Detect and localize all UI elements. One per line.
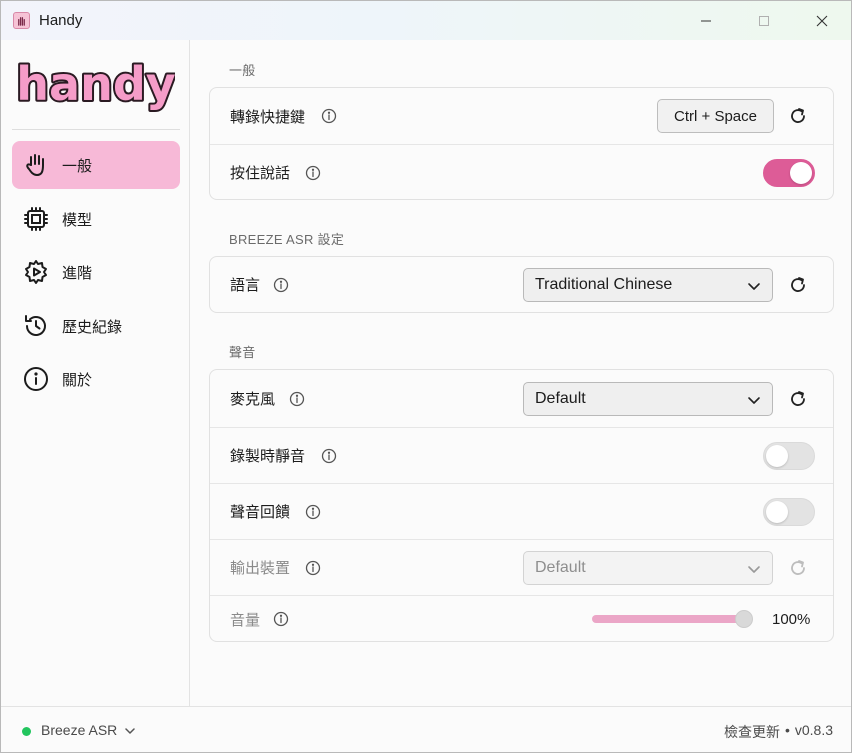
output-device-select[interactable]: Default	[523, 550, 773, 585]
section-title-sound: 聲音	[229, 345, 256, 360]
hand-icon	[13, 12, 30, 29]
info-icon[interactable]	[305, 504, 321, 520]
chip-icon	[22, 205, 50, 233]
sidebar-item-label: 模型	[62, 211, 93, 229]
sidebar-item-label: 進階	[62, 264, 93, 282]
chevron-down-icon	[748, 565, 760, 573]
mute-while-recording-label: 錄製時靜音	[230, 448, 306, 465]
sidebar-item-about[interactable]: 關於	[12, 355, 180, 403]
shortcut-label: 轉錄快捷鍵	[230, 108, 306, 126]
svg-text:handy: handy	[17, 57, 175, 111]
check-updates-link[interactable]: 檢查更新	[724, 722, 780, 742]
sidebar-item-label: 關於	[62, 371, 93, 389]
output-device-value: Default	[535, 558, 586, 576]
asr-card: 語言 Traditional Chinese	[209, 256, 834, 313]
title-bar[interactable]: Handy	[1, 1, 851, 40]
general-card: 轉錄快捷鍵 Ctrl + Space 按住說話	[209, 87, 834, 200]
mute-while-recording-row: 錄製時靜音	[210, 427, 833, 483]
close-button[interactable]	[799, 1, 845, 40]
audio-feedback-label: 聲音回饋	[230, 504, 291, 521]
toggle-knob	[766, 444, 788, 467]
info-icon[interactable]	[273, 277, 289, 293]
reset-icon[interactable]	[787, 557, 809, 579]
gear-play-icon	[22, 258, 50, 286]
output-device-label: 輸出裝置	[230, 560, 291, 577]
chevron-down-icon[interactable]	[123, 724, 137, 738]
maximize-icon	[759, 15, 769, 26]
microphone-value: Default	[535, 389, 586, 407]
output-device-row: 輸出裝置 Default	[210, 539, 833, 595]
info-icon[interactable]	[273, 611, 289, 627]
chevron-down-icon	[748, 396, 760, 404]
push-to-talk-toggle[interactable]	[763, 158, 815, 187]
window-title: Handy	[39, 12, 83, 29]
sidebar-item-models[interactable]: 模型	[12, 195, 180, 243]
sidebar: handy 一般 模型 進階 歷史紀錄 關於	[1, 40, 190, 706]
sidebar-item-history[interactable]: 歷史紀錄	[12, 302, 180, 350]
sidebar-item-label: 一般	[62, 157, 93, 175]
volume-row: 音量 100%	[210, 595, 833, 642]
volume-slider-thumb[interactable]	[735, 610, 753, 628]
handy-logo: handy	[17, 55, 175, 113]
volume-slider-track[interactable]	[592, 615, 745, 623]
info-icon[interactable]	[305, 560, 321, 576]
reset-icon[interactable]	[787, 274, 809, 296]
push-to-talk-row: 按住說話	[210, 144, 833, 200]
shortcut-button[interactable]: Ctrl + Space	[657, 99, 774, 133]
chevron-down-icon	[748, 282, 760, 290]
microphone-label: 麥克風	[230, 391, 276, 408]
info-icon[interactable]	[289, 391, 305, 407]
language-value: Traditional Chinese	[535, 275, 673, 293]
shortcut-row: 轉錄快捷鍵 Ctrl + Space	[210, 88, 833, 144]
hand-icon	[22, 151, 50, 179]
sound-card: 麥克風 Default 錄製時靜音 聲音回饋 輸出裝置 Default 音量 1…	[209, 369, 834, 642]
section-title-general: 一般	[229, 63, 256, 78]
mute-while-recording-toggle[interactable]	[763, 441, 815, 470]
info-icon	[22, 365, 50, 393]
section-title-asr: BREEZE ASR 設定	[229, 232, 345, 247]
language-row: 語言 Traditional Chinese	[210, 257, 833, 312]
info-icon[interactable]	[305, 165, 321, 181]
info-icon[interactable]	[321, 448, 337, 464]
sidebar-item-label: 歷史紀錄	[62, 318, 123, 336]
minimize-icon	[701, 20, 711, 21]
close-icon	[816, 15, 828, 26]
model-selector[interactable]: Breeze ASR	[41, 722, 117, 738]
sidebar-item-advanced[interactable]: 進階	[12, 248, 180, 296]
footer-right: 檢查更新 • v0.8.3	[724, 722, 833, 742]
microphone-select[interactable]: Default	[523, 381, 773, 416]
toggle-knob	[790, 161, 812, 184]
reset-icon[interactable]	[787, 105, 809, 127]
minimize-button[interactable]	[683, 1, 729, 40]
status-dot	[22, 727, 31, 736]
app-window: Handy handy 一般 模型 進階 歷史紀錄 關於 一般 轉錄快捷鍵 Ct…	[0, 0, 852, 753]
audio-feedback-toggle[interactable]	[763, 497, 815, 526]
info-icon[interactable]	[321, 108, 337, 124]
audio-feedback-row: 聲音回饋	[210, 483, 833, 539]
version-label: v0.8.3	[794, 722, 833, 738]
toggle-knob	[766, 500, 788, 523]
settings-main: 一般 轉錄快捷鍵 Ctrl + Space 按住說話 BREEZE ASR 設定…	[191, 40, 851, 706]
history-icon	[22, 312, 50, 340]
microphone-row: 麥克風 Default	[210, 370, 833, 427]
footer-separator: •	[784, 722, 790, 738]
language-select[interactable]: Traditional Chinese	[523, 267, 773, 302]
push-to-talk-label: 按住說話	[230, 165, 291, 182]
sidebar-item-general[interactable]: 一般	[12, 141, 180, 189]
status-footer: Breeze ASR 檢查更新 • v0.8.3	[1, 706, 851, 752]
maximize-button[interactable]	[741, 1, 787, 40]
reset-icon[interactable]	[787, 388, 809, 410]
volume-value: 100%	[772, 610, 811, 628]
sidebar-divider	[12, 129, 180, 130]
volume-label: 音量	[230, 611, 261, 629]
language-label: 語言	[230, 277, 261, 294]
